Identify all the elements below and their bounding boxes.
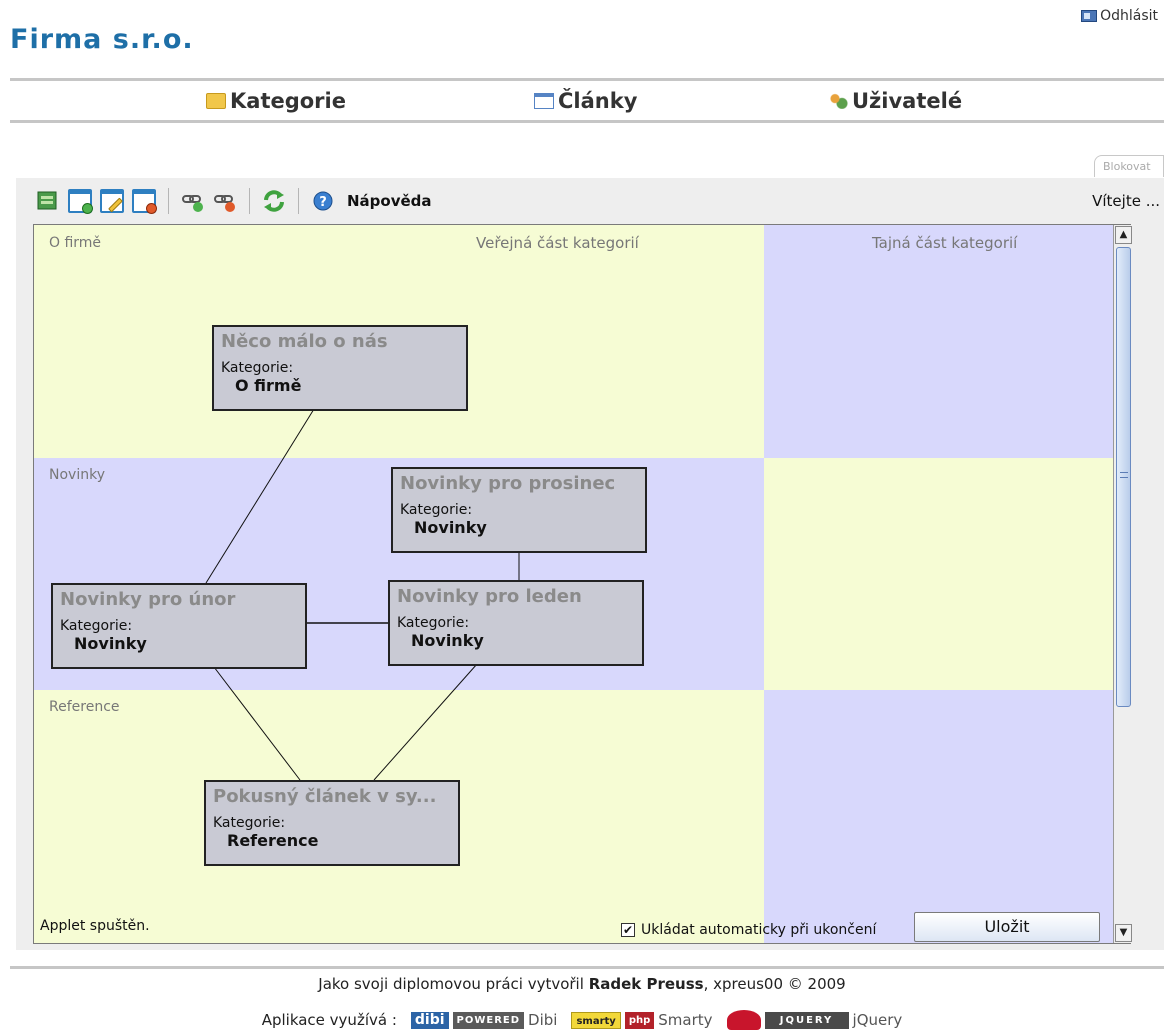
lib-name: Smarty — [658, 1011, 713, 1029]
status-text: Applet spuštěn. — [40, 918, 150, 934]
nav-item-label: Články — [558, 89, 638, 113]
article-title: Něco málo o nás — [221, 331, 388, 352]
category-value: Novinky — [411, 631, 484, 650]
welcome-text: Vítejte ... — [1092, 192, 1160, 210]
toolbar-separator — [298, 188, 299, 214]
refresh-icon[interactable] — [262, 189, 286, 213]
nav-item-label: Uživatelé — [852, 89, 963, 113]
category-label: Kategorie: — [213, 815, 286, 831]
article-icon — [534, 93, 554, 109]
nav-item-clanky[interactable]: Články — [534, 89, 637, 113]
add-link-icon[interactable] — [181, 189, 205, 213]
smarty-logo: smarty — [571, 1011, 621, 1029]
help-icon[interactable]: ? — [311, 189, 335, 213]
add-category-icon[interactable] — [36, 189, 60, 213]
category-canvas[interactable]: O firmě Novinky Reference Veřejná část k… — [33, 224, 1131, 944]
category-applet: ? Nápověda Vítejte ... O firmě Novinky R… — [16, 178, 1164, 950]
article-title: Novinky pro únor — [60, 589, 236, 610]
article-card[interactable]: Novinky pro prosinec Kategorie: Novinky — [391, 467, 647, 553]
new-article-icon[interactable] — [68, 189, 93, 214]
logout-label: Odhlásit — [1100, 8, 1158, 24]
link-line — [373, 663, 478, 781]
article-card[interactable]: Novinky pro únor Kategorie: Novinky — [51, 583, 307, 669]
toolbar-separator — [168, 188, 169, 214]
site-title: Firma s.r.o. — [10, 24, 194, 55]
uses-label: Aplikace využívá : — [261, 1011, 397, 1029]
credit-prefix: Jako svoji diplomovou práci vytvořil — [318, 975, 584, 993]
autosave-checkbox[interactable]: ✔ Ukládat automaticky při ukončení — [621, 922, 876, 938]
canvas-scrollbar[interactable]: ▲ ▼ — [1113, 225, 1133, 943]
nav-item-label: Kategorie — [230, 89, 346, 113]
article-title: Pokusný článek v sy... — [213, 786, 437, 807]
edit-article-icon[interactable] — [100, 189, 124, 213]
category-value: O firmě — [235, 376, 302, 395]
category-label: Kategorie: — [60, 618, 133, 634]
jquery-badge: JQUERY — [764, 1011, 849, 1029]
main-nav: Kategorie Články Uživatelé — [10, 78, 1164, 123]
article-title: Novinky pro prosinec — [400, 473, 616, 494]
category-value: Novinky — [74, 634, 147, 653]
logout-link[interactable]: Odhlásit — [1081, 8, 1158, 24]
footer-libs: Aplikace využívá : dibi POWERED Dibi smar… — [0, 1010, 1164, 1030]
scroll-thumb[interactable] — [1116, 247, 1131, 707]
dibi-logo: dibi — [410, 1011, 449, 1029]
grip-icon — [1120, 472, 1128, 478]
category-label: Kategorie: — [397, 615, 470, 631]
lib-name: Dibi — [528, 1011, 558, 1029]
save-button[interactable]: Uložit — [914, 912, 1100, 942]
article-title: Novinky pro leden — [397, 586, 582, 607]
credit-suffix: , xpreus00 © 2009 — [703, 975, 846, 993]
checkbox-check-icon[interactable]: ✔ — [621, 923, 635, 937]
applet-toolbar: ? Nápověda — [36, 186, 432, 216]
scroll-up-button[interactable]: ▲ — [1115, 226, 1132, 244]
article-card[interactable]: Něco málo o nás Kategorie: O firmě — [212, 325, 468, 411]
nav-item-kategorie[interactable]: Kategorie — [206, 89, 346, 113]
mode-tab[interactable]: Blokovat — [1094, 155, 1164, 177]
svg-text:?: ? — [319, 195, 327, 210]
php-badge: php — [624, 1011, 655, 1029]
footer-divider — [10, 966, 1164, 969]
link-line — [213, 666, 301, 781]
delete-article-icon[interactable] — [132, 189, 157, 214]
lib-dibi[interactable]: dibi POWERED Dibi — [410, 1011, 558, 1029]
link-line — [205, 408, 315, 584]
folder-icon — [206, 93, 226, 109]
remove-link-icon[interactable] — [213, 189, 237, 213]
jquery-logo-icon — [726, 1010, 761, 1030]
toolbar-separator — [249, 188, 250, 214]
lib-jquery[interactable]: JQUERY jQuery — [726, 1010, 903, 1030]
lib-name: jQuery — [852, 1011, 903, 1029]
scroll-down-button[interactable]: ▼ — [1115, 924, 1132, 942]
category-value: Reference — [227, 831, 319, 850]
category-value: Novinky — [414, 518, 487, 537]
help-label[interactable]: Nápověda — [347, 192, 432, 210]
category-label: Kategorie: — [400, 502, 473, 518]
author-name: Radek Preuss — [588, 975, 704, 993]
autosave-label: Ukládat automaticky při ukončení — [641, 922, 877, 938]
article-card[interactable]: Novinky pro leden Kategorie: Novinky — [388, 580, 644, 666]
footer-credit: Jako svoji diplomovou práci vytvořil Rad… — [0, 975, 1164, 993]
users-icon — [828, 93, 848, 109]
dibi-powered-badge: POWERED — [452, 1011, 525, 1029]
logout-icon — [1081, 10, 1098, 22]
lib-smarty[interactable]: smarty php Smarty — [571, 1011, 713, 1029]
article-card[interactable]: Pokusný článek v sy... Kategorie: Refere… — [204, 780, 460, 866]
nav-item-uzivatele[interactable]: Uživatelé — [828, 89, 962, 113]
category-label: Kategorie: — [221, 360, 294, 376]
